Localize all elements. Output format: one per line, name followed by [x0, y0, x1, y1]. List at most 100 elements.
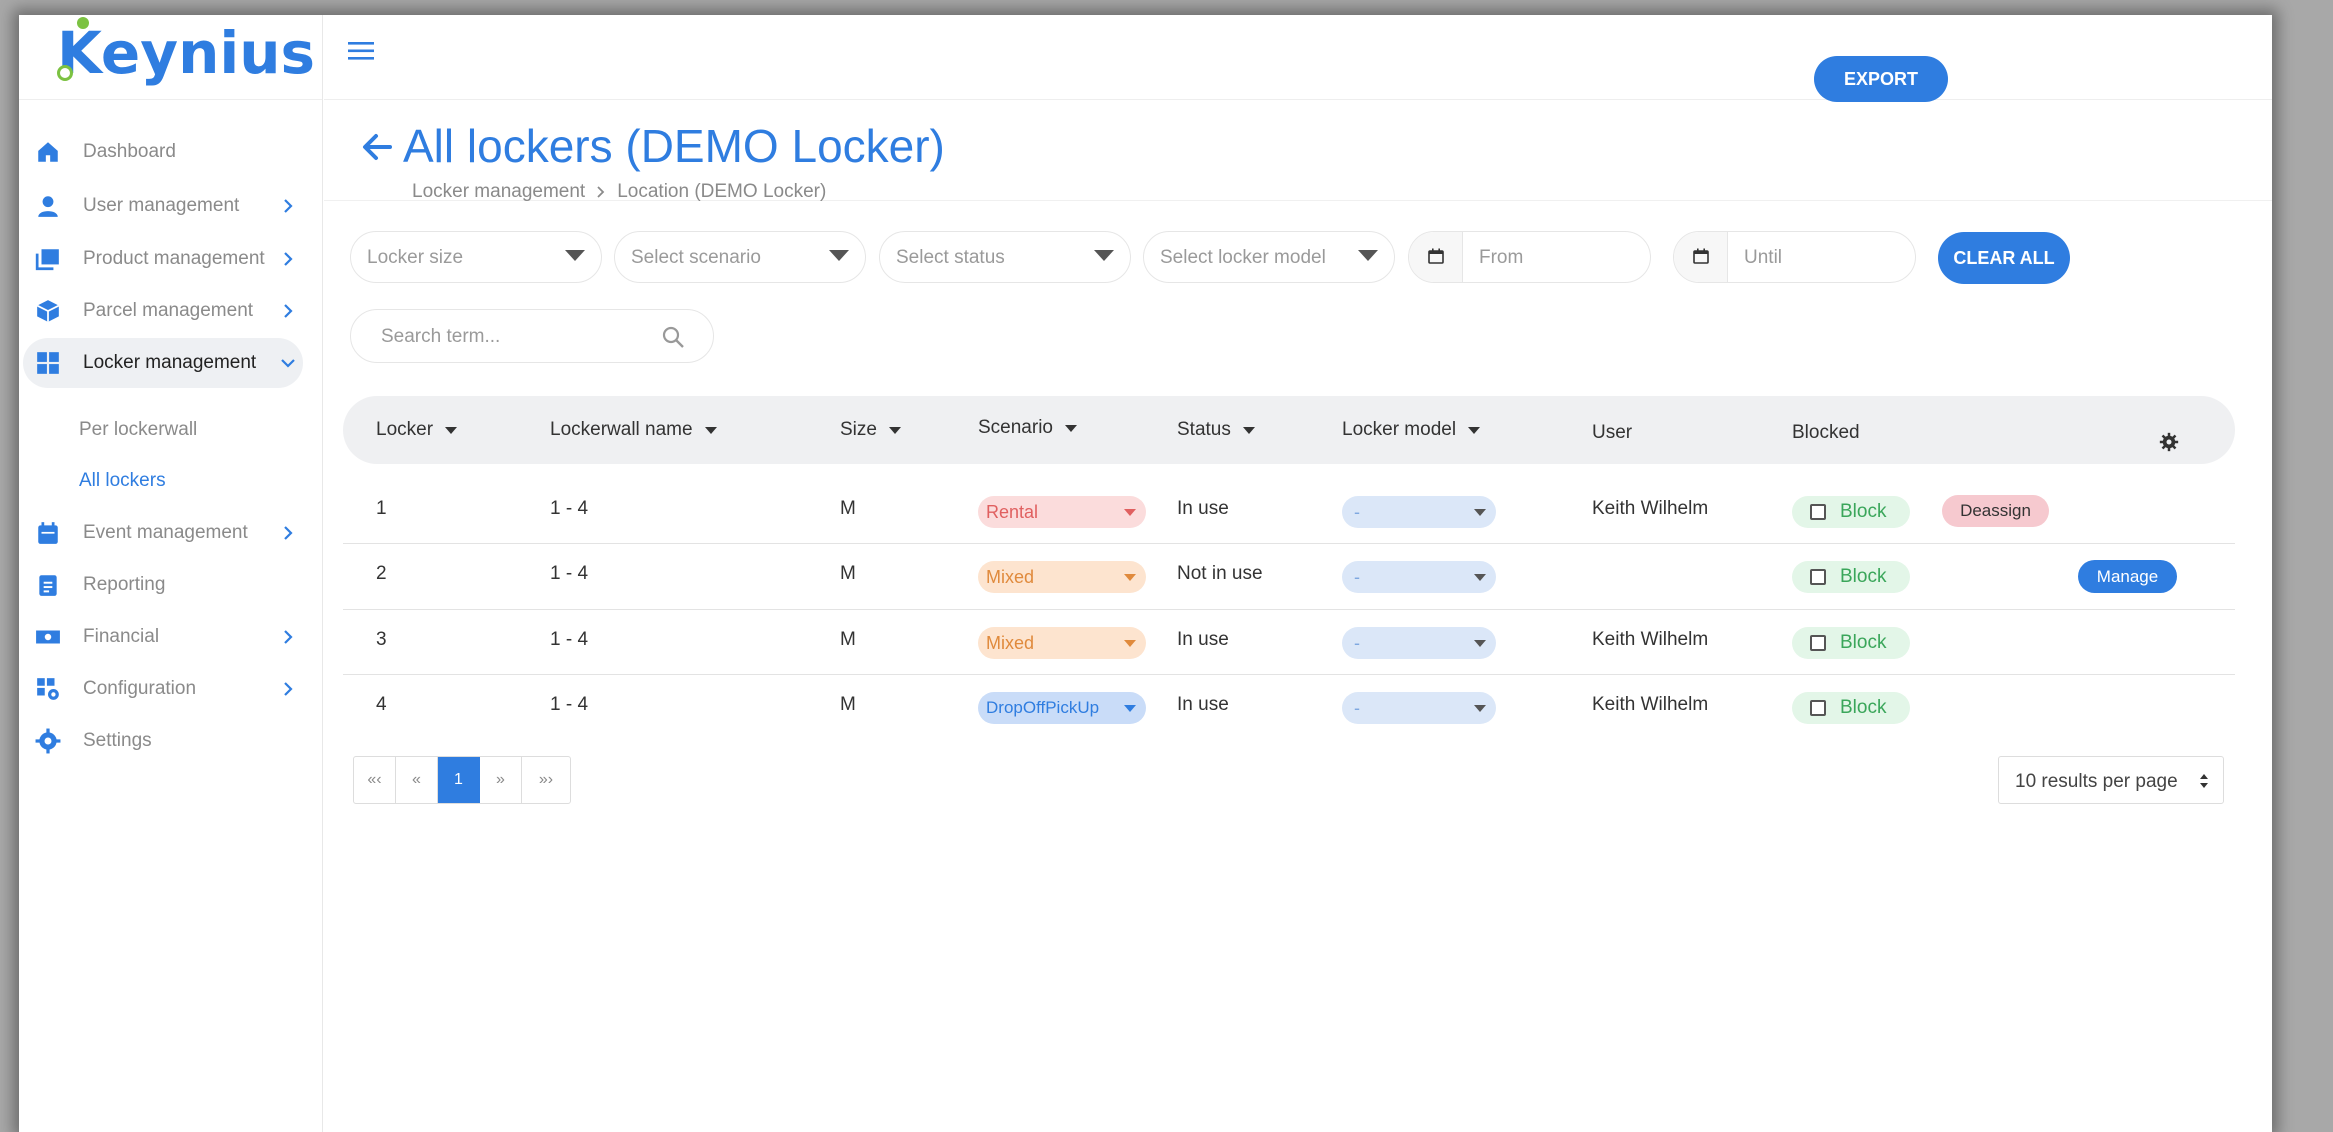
- sort-updown-icon: [2200, 774, 2208, 788]
- locker-model-value: -: [1354, 633, 1360, 653]
- breadcrumb: Locker management Location (DEMO Locker): [412, 181, 826, 203]
- locker-model-dropdown[interactable]: -: [1342, 627, 1496, 659]
- results-per-page-select[interactable]: 10 results per page: [1998, 756, 2224, 804]
- scenario-dropdown[interactable]: Mixed: [978, 561, 1146, 593]
- block-toggle[interactable]: Block: [1792, 561, 1910, 593]
- column-header-label: Status: [1177, 419, 1231, 440]
- column-header-label: Locker: [376, 419, 434, 440]
- pagination: «‹ « 1 » »›: [353, 756, 571, 804]
- locker-model-dropdown[interactable]: -: [1342, 561, 1496, 593]
- status-placeholder: Select status: [896, 247, 1005, 268]
- from-date-input[interactable]: From: [1408, 231, 1651, 283]
- caret-down-icon: [1474, 705, 1486, 712]
- sidebar-item-label: Locker management: [83, 352, 257, 373]
- column-header-locker-model[interactable]: Locker model: [1342, 419, 1481, 441]
- calendar-button[interactable]: [1674, 232, 1728, 282]
- checkbox-icon: [1810, 700, 1826, 716]
- locker-model-dropdown[interactable]: -: [1342, 496, 1496, 528]
- clear-all-button[interactable]: CLEAR ALL: [1938, 232, 2070, 284]
- column-header-lockerwall[interactable]: Lockerwall name: [550, 419, 717, 441]
- sidebar-item-financial[interactable]: Financial: [23, 612, 303, 662]
- scenario-dropdown[interactable]: Rental: [978, 496, 1146, 528]
- cell-status: Not in use: [1177, 563, 1263, 584]
- sidebar-item-dashboard[interactable]: Dashboard: [23, 127, 303, 177]
- scenario-value: Mixed: [986, 567, 1035, 587]
- cell-size: M: [840, 629, 856, 650]
- block-toggle[interactable]: Block: [1792, 627, 1910, 659]
- sort-caret-icon: [1065, 424, 1077, 432]
- sidebar-subitem-all-lockers[interactable]: All lockers: [79, 470, 166, 492]
- checkbox-icon: [1810, 569, 1826, 585]
- chevron-right-icon: [284, 630, 293, 644]
- sidebar-item-settings[interactable]: Settings: [23, 716, 303, 766]
- locker-model-select[interactable]: Select locker model: [1143, 231, 1395, 283]
- caret-down-icon: [829, 250, 849, 261]
- column-header-locker[interactable]: Locker: [376, 419, 458, 441]
- column-header-status[interactable]: Status: [1177, 419, 1255, 441]
- grid-icon: [37, 352, 59, 374]
- breadcrumb-item-locker-management[interactable]: Locker management: [412, 181, 585, 203]
- sidebar-item-product-management[interactable]: Product management: [23, 234, 303, 284]
- search-input[interactable]: Search term...: [350, 309, 714, 363]
- first-page-button[interactable]: «‹: [354, 757, 396, 803]
- calendar-icon: [1693, 248, 1709, 264]
- sidebar-subitem-per-lockerwall[interactable]: Per lockerwall: [79, 419, 197, 441]
- next-page-button[interactable]: »: [480, 757, 522, 803]
- sidebar-item-configuration[interactable]: Configuration: [23, 664, 303, 714]
- deassign-button[interactable]: Deassign: [1942, 495, 2049, 527]
- export-button[interactable]: EXPORT: [1814, 56, 1948, 102]
- locker-model-dropdown[interactable]: -: [1342, 692, 1496, 724]
- breadcrumb-item-location[interactable]: Location (DEMO Locker): [617, 181, 826, 203]
- search-icon: [662, 326, 684, 348]
- scenario-select[interactable]: Select scenario: [614, 231, 866, 283]
- column-header-label: Lockerwall name: [550, 419, 693, 440]
- sidebar-item-parcel-management[interactable]: Parcel management: [23, 286, 303, 336]
- cell-lockerwall: 1 - 4: [550, 563, 589, 584]
- sidebar-item-event-management[interactable]: Event management: [23, 508, 303, 558]
- locker-model-value: -: [1354, 698, 1360, 718]
- cell-user: Keith Wilhelm: [1592, 694, 1709, 715]
- block-toggle[interactable]: Block: [1792, 692, 1910, 724]
- calendar-button[interactable]: [1409, 232, 1463, 282]
- block-toggle[interactable]: Block: [1792, 496, 1910, 528]
- scenario-dropdown[interactable]: Mixed: [978, 627, 1146, 659]
- scenario-dropdown[interactable]: DropOffPickUp: [978, 692, 1146, 724]
- back-arrow-icon[interactable]: [360, 129, 396, 165]
- product-icon: [35, 249, 59, 271]
- cell-status: In use: [1177, 629, 1229, 650]
- current-page-button[interactable]: 1: [438, 757, 480, 803]
- cell-size: M: [840, 694, 856, 715]
- column-header-size[interactable]: Size: [840, 419, 901, 441]
- block-label: Block: [1840, 501, 1887, 522]
- logo-ring-icon: [57, 65, 73, 81]
- caret-down-icon: [1094, 250, 1114, 261]
- status-select[interactable]: Select status: [879, 231, 1131, 283]
- until-date-input[interactable]: Until: [1673, 231, 1916, 283]
- last-page-button[interactable]: »›: [522, 757, 570, 803]
- caret-down-icon: [565, 250, 585, 261]
- sidebar-item-user-management[interactable]: User management: [23, 181, 303, 231]
- column-header-scenario[interactable]: Scenario: [978, 417, 1077, 439]
- sidebar-item-locker-management[interactable]: Locker management: [23, 338, 303, 388]
- cell-locker: 2: [376, 563, 387, 584]
- sidebar-item-reporting[interactable]: Reporting: [23, 560, 303, 610]
- column-header-label: Size: [840, 419, 877, 440]
- sidebar: Keynius Dashboard User management Produc…: [19, 15, 323, 1132]
- column-header-blocked: Blocked: [1792, 422, 1860, 444]
- locker-size-select[interactable]: Locker size: [350, 231, 602, 283]
- caret-down-icon: [1474, 640, 1486, 647]
- cell-user: Keith Wilhelm: [1592, 498, 1709, 519]
- scenario-placeholder: Select scenario: [631, 247, 761, 268]
- sort-caret-icon: [445, 426, 458, 434]
- from-date-placeholder: From: [1479, 247, 1524, 268]
- column-header-label: User: [1592, 422, 1633, 443]
- previous-page-button[interactable]: «: [396, 757, 438, 803]
- sidebar-item-label: Parcel management: [83, 300, 254, 321]
- manage-button[interactable]: Manage: [2078, 560, 2177, 593]
- column-settings-gear-icon[interactable]: [2159, 432, 2179, 452]
- hamburger-menu-icon[interactable]: [348, 39, 376, 63]
- app-window: Keynius Dashboard User management Produc…: [19, 15, 2272, 1132]
- caret-down-icon: [1474, 509, 1486, 516]
- checkbox-icon: [1810, 635, 1826, 651]
- chevron-right-icon: [284, 304, 293, 318]
